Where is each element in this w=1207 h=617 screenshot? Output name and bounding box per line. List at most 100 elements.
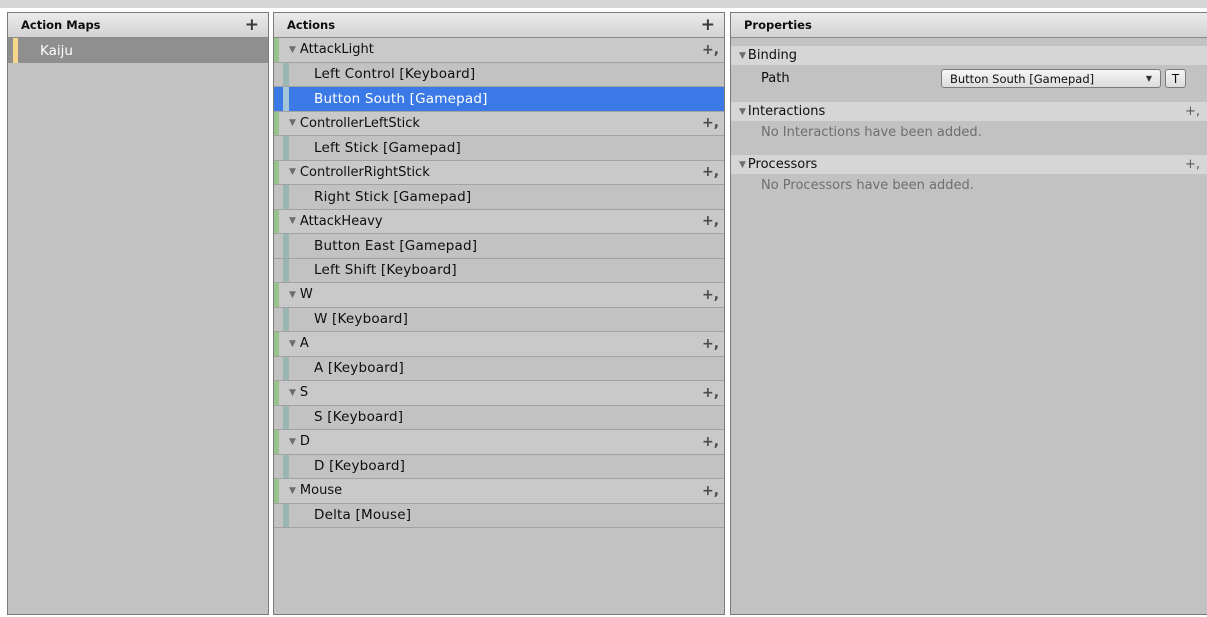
binding-color-bar bbox=[283, 405, 289, 429]
path-row: Path Button South [Gamepad] ▼ T bbox=[731, 65, 1207, 92]
add-binding-plus-icon[interactable]: +, bbox=[702, 164, 724, 180]
binding-section-header[interactable]: ▼ Binding bbox=[731, 46, 1207, 65]
action-row[interactable]: ▼ A +, bbox=[274, 332, 724, 357]
action-label: W bbox=[299, 287, 313, 303]
binding-color-bar bbox=[283, 62, 289, 86]
action-maps-panel: Action Maps + Kaiju bbox=[7, 12, 269, 615]
binding-color-bar bbox=[283, 356, 289, 380]
binding-row[interactable]: D [Keyboard] bbox=[274, 454, 724, 479]
add-binding-plus-icon[interactable]: +, bbox=[702, 434, 724, 450]
add-binding-plus-icon[interactable]: +, bbox=[702, 115, 724, 131]
action-row[interactable]: ▼ Mouse +, bbox=[274, 479, 724, 504]
binding-label: Left Stick [Gamepad] bbox=[314, 139, 461, 156]
add-processor-plus-icon[interactable]: +, bbox=[1185, 157, 1207, 172]
binding-color-bar bbox=[283, 136, 289, 160]
add-binding-plus-icon[interactable]: +, bbox=[702, 336, 724, 352]
actions-header: Actions + bbox=[274, 13, 724, 38]
properties-panel: Properties ▼ Binding Path Button South [… bbox=[730, 12, 1207, 615]
processors-section-header[interactable]: ▼ Processors +, bbox=[731, 155, 1207, 174]
action-row[interactable]: ▼ ControllerRightStick +, bbox=[274, 160, 724, 185]
triangle-down-icon[interactable]: ▼ bbox=[289, 437, 296, 447]
binding-label: Delta [Mouse] bbox=[314, 507, 412, 524]
actions-tree: ▼ AttackLight +, Left Control [Keyboard] But… bbox=[274, 38, 724, 528]
action-label: ControllerRightStick bbox=[299, 164, 430, 180]
binding-color-bar bbox=[283, 234, 289, 258]
triangle-down-icon[interactable]: ▼ bbox=[289, 45, 296, 55]
interactions-empty-text: No Interactions have been added. bbox=[761, 124, 982, 140]
triangle-down-icon[interactable]: ▼ bbox=[289, 167, 296, 177]
action-row[interactable]: ▼ AttackHeavy +, bbox=[274, 209, 724, 234]
binding-row[interactable]: Right Stick [Gamepad] bbox=[274, 185, 724, 210]
action-color-bar bbox=[274, 38, 279, 62]
binding-row[interactable]: Left Shift [Keyboard] bbox=[274, 258, 724, 283]
action-map-item-kaiju[interactable]: Kaiju bbox=[8, 38, 268, 63]
triangle-down-icon[interactable]: ▼ bbox=[289, 339, 296, 349]
binding-color-bar bbox=[283, 503, 289, 527]
binding-row[interactable]: Button East [Gamepad] bbox=[274, 234, 724, 259]
action-color-bar bbox=[274, 430, 279, 454]
triangle-down-icon: ▼ bbox=[739, 106, 746, 117]
add-binding-plus-icon[interactable]: +, bbox=[702, 483, 724, 499]
binding-row[interactable]: Left Control [Keyboard] bbox=[274, 62, 724, 87]
binding-color-bar bbox=[283, 454, 289, 478]
binding-label: W [Keyboard] bbox=[314, 311, 409, 328]
action-maps-title: Action Maps bbox=[21, 18, 101, 32]
triangle-down-icon[interactable]: ▼ bbox=[289, 486, 296, 496]
add-binding-plus-icon[interactable]: +, bbox=[702, 385, 724, 401]
action-map-marker bbox=[13, 38, 18, 63]
triangle-down-icon[interactable]: ▼ bbox=[289, 388, 296, 398]
interactions-section-header[interactable]: ▼ Interactions +, bbox=[731, 102, 1207, 121]
binding-color-bar bbox=[283, 87, 289, 111]
action-label: S bbox=[299, 385, 309, 401]
action-row[interactable]: ▼ ControllerLeftStick +, bbox=[274, 111, 724, 136]
binding-label: A [Keyboard] bbox=[314, 360, 404, 377]
properties-header: Properties bbox=[731, 13, 1207, 38]
dropdown-arrow-icon: ▼ bbox=[1145, 74, 1152, 83]
binding-row[interactable]: W [Keyboard] bbox=[274, 307, 724, 332]
binding-row[interactable]: S [Keyboard] bbox=[274, 405, 724, 430]
action-color-bar bbox=[274, 381, 279, 405]
binding-label: S [Keyboard] bbox=[314, 409, 404, 426]
binding-label: D [Keyboard] bbox=[314, 458, 406, 475]
add-action-map-plus-icon[interactable]: + bbox=[245, 16, 259, 34]
add-action-plus-icon[interactable]: + bbox=[701, 16, 715, 34]
binding-row[interactable]: Delta [Mouse] bbox=[274, 503, 724, 528]
processors-section-label: Processors bbox=[747, 157, 818, 172]
path-label: Path bbox=[761, 71, 790, 86]
action-row[interactable]: ▼ AttackLight +, bbox=[274, 38, 724, 63]
add-interaction-plus-icon[interactable]: +, bbox=[1185, 104, 1207, 119]
interactions-section-label: Interactions bbox=[747, 104, 826, 119]
action-row[interactable]: ▼ S +, bbox=[274, 381, 724, 406]
triangle-down-icon: ▼ bbox=[739, 50, 746, 61]
binding-label: Left Control [Keyboard] bbox=[314, 66, 476, 83]
binding-row[interactable]: A [Keyboard] bbox=[274, 356, 724, 381]
actions-panel: Actions + ▼ AttackLight +, Left Control [Ke… bbox=[273, 12, 725, 615]
binding-row-selected[interactable]: Button South [Gamepad] bbox=[274, 87, 724, 112]
binding-label: Button South [Gamepad] bbox=[314, 90, 488, 107]
binding-label: Button East [Gamepad] bbox=[314, 237, 478, 254]
action-color-bar bbox=[274, 160, 279, 184]
binding-color-bar bbox=[283, 258, 289, 282]
binding-label: Left Shift [Keyboard] bbox=[314, 262, 457, 279]
path-dropdown-value: Button South [Gamepad] bbox=[950, 71, 1095, 86]
binding-color-bar bbox=[283, 307, 289, 331]
processors-empty-text: No Processors have been added. bbox=[761, 177, 974, 193]
add-binding-plus-icon[interactable]: +, bbox=[702, 42, 724, 58]
triangle-down-icon[interactable]: ▼ bbox=[289, 216, 296, 226]
binding-row[interactable]: Left Stick [Gamepad] bbox=[274, 136, 724, 161]
action-color-bar bbox=[274, 209, 279, 233]
action-color-bar bbox=[274, 479, 279, 503]
action-row[interactable]: ▼ D +, bbox=[274, 430, 724, 455]
path-dropdown[interactable]: Button South [Gamepad] ▼ bbox=[941, 69, 1161, 88]
triangle-down-icon[interactable]: ▼ bbox=[289, 118, 296, 128]
action-label: ControllerLeftStick bbox=[299, 115, 420, 131]
add-binding-plus-icon[interactable]: +, bbox=[702, 213, 724, 229]
action-label: D bbox=[299, 434, 310, 450]
binding-label: Right Stick [Gamepad] bbox=[314, 188, 472, 205]
triangle-down-icon[interactable]: ▼ bbox=[289, 290, 296, 300]
add-binding-plus-icon[interactable]: +, bbox=[702, 287, 724, 303]
binding-section-label: Binding bbox=[747, 48, 798, 63]
text-mode-button[interactable]: T bbox=[1165, 69, 1186, 88]
action-row[interactable]: ▼ W +, bbox=[274, 283, 724, 308]
actions-title: Actions bbox=[287, 18, 336, 32]
